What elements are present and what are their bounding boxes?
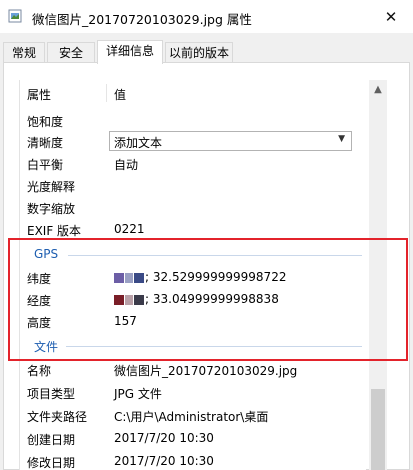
property-key: 高度: [27, 316, 52, 330]
group-divider: [68, 255, 362, 256]
redacted-block: [114, 294, 124, 305]
window-title: 微信图片_20170720103029.jpg 属性: [32, 12, 252, 27]
property-key: 光度解释: [27, 180, 76, 194]
scroll-up-button[interactable]: ▲: [369, 80, 387, 98]
title-bar: 微信图片_20170720103029.jpg 属性 ✕: [0, 0, 413, 33]
property-key: 创建日期: [27, 433, 76, 447]
tab-previous-versions[interactable]: 以前的版本: [165, 42, 233, 63]
tab-bar: 常规 安全 详细信息 以前的版本: [0, 33, 413, 64]
property-value: C:\用户\Administrator\桌面: [114, 410, 269, 424]
sharpness-dropdown[interactable]: 添加文本 ▼: [109, 131, 352, 151]
list-item[interactable]: 修改日期 2017/7/20 10:30: [20, 451, 366, 470]
redacted-block: [114, 272, 124, 283]
property-value: 2017/7/20 10:30: [114, 454, 214, 468]
list-item[interactable]: 项目类型 JPG 文件: [20, 382, 366, 404]
property-list[interactable]: 属性 值 饱和度 清晰度 添加文本 ▼ 白平衡 自动 光度解释 数字缩放 EXI…: [19, 80, 366, 470]
list-item[interactable]: 光度解释: [20, 175, 366, 197]
property-key: EXIF 版本: [27, 224, 82, 238]
property-value: 157: [114, 314, 137, 328]
redacted-block: [125, 272, 133, 283]
property-key: 数字缩放: [27, 202, 76, 216]
list-item[interactable]: 经度 ; 33.04999999998838: [20, 289, 366, 311]
column-header-value[interactable]: 值: [114, 86, 126, 103]
chevron-down-icon[interactable]: ▼: [338, 134, 345, 144]
close-icon: ✕: [384, 7, 398, 26]
dropdown-value: 添加文本: [114, 136, 163, 150]
latitude-value: ; 32.529999999998722: [145, 270, 287, 284]
redacted-block: [134, 294, 144, 305]
chevron-up-icon: ▲: [374, 83, 382, 95]
list-item[interactable]: 饱和度: [20, 110, 366, 132]
redacted-block: [125, 294, 133, 305]
close-button[interactable]: ✕: [369, 0, 413, 33]
property-value-wrap: ; 32.529999999998722: [114, 270, 286, 284]
list-item[interactable]: 数字缩放: [20, 197, 366, 219]
list-item[interactable]: 白平衡 自动: [20, 153, 366, 175]
group-header-gps: GPS: [20, 245, 366, 265]
list-item[interactable]: EXIF 版本 0221: [20, 219, 366, 241]
property-value: JPG 文件: [114, 387, 162, 401]
group-header-file: 文件: [20, 336, 366, 356]
list-item[interactable]: 清晰度 添加文本 ▼: [20, 131, 366, 153]
property-key: 名称: [27, 364, 52, 378]
tab-details[interactable]: 详细信息: [97, 40, 163, 64]
property-value-wrap: ; 33.04999999998838: [114, 292, 279, 306]
property-key: 白平衡: [27, 158, 64, 172]
list-item[interactable]: 文件夹路径 C:\用户\Administrator\桌面: [20, 405, 366, 427]
list-item[interactable]: 名称 微信图片_20170720103029.jpg: [20, 359, 366, 381]
vertical-scrollbar[interactable]: ▲: [369, 80, 387, 470]
group-label: 文件: [34, 340, 59, 354]
property-value: 2017/7/20 10:30: [114, 431, 214, 445]
property-key: 经度: [27, 294, 52, 308]
scrollbar-thumb[interactable]: [371, 389, 385, 470]
property-key: 修改日期: [27, 456, 76, 470]
group-divider: [66, 346, 362, 347]
property-key: 饱和度: [27, 115, 64, 129]
property-value: 自动: [114, 158, 139, 172]
list-item[interactable]: 创建日期 2017/7/20 10:30: [20, 428, 366, 450]
list-item[interactable]: 纬度 ; 32.529999999998722: [20, 267, 366, 289]
image-file-icon: [8, 9, 22, 23]
property-value: 0221: [114, 222, 145, 236]
property-key: 项目类型: [27, 387, 76, 401]
property-key: 文件夹路径: [27, 410, 88, 424]
longitude-value: ; 33.04999999998838: [145, 292, 279, 306]
property-key: 纬度: [27, 272, 52, 286]
list-item[interactable]: 高度 157: [20, 311, 366, 333]
property-key: 清晰度: [27, 136, 64, 150]
group-label: GPS: [34, 247, 59, 261]
tab-security[interactable]: 安全: [47, 42, 95, 63]
tab-general[interactable]: 常规: [3, 42, 45, 63]
column-divider: [106, 84, 107, 102]
property-value: 微信图片_20170720103029.jpg: [114, 364, 298, 378]
redacted-block: [134, 272, 144, 283]
column-header-property[interactable]: 属性: [27, 86, 51, 103]
list-header: 属性 值: [20, 80, 366, 104]
